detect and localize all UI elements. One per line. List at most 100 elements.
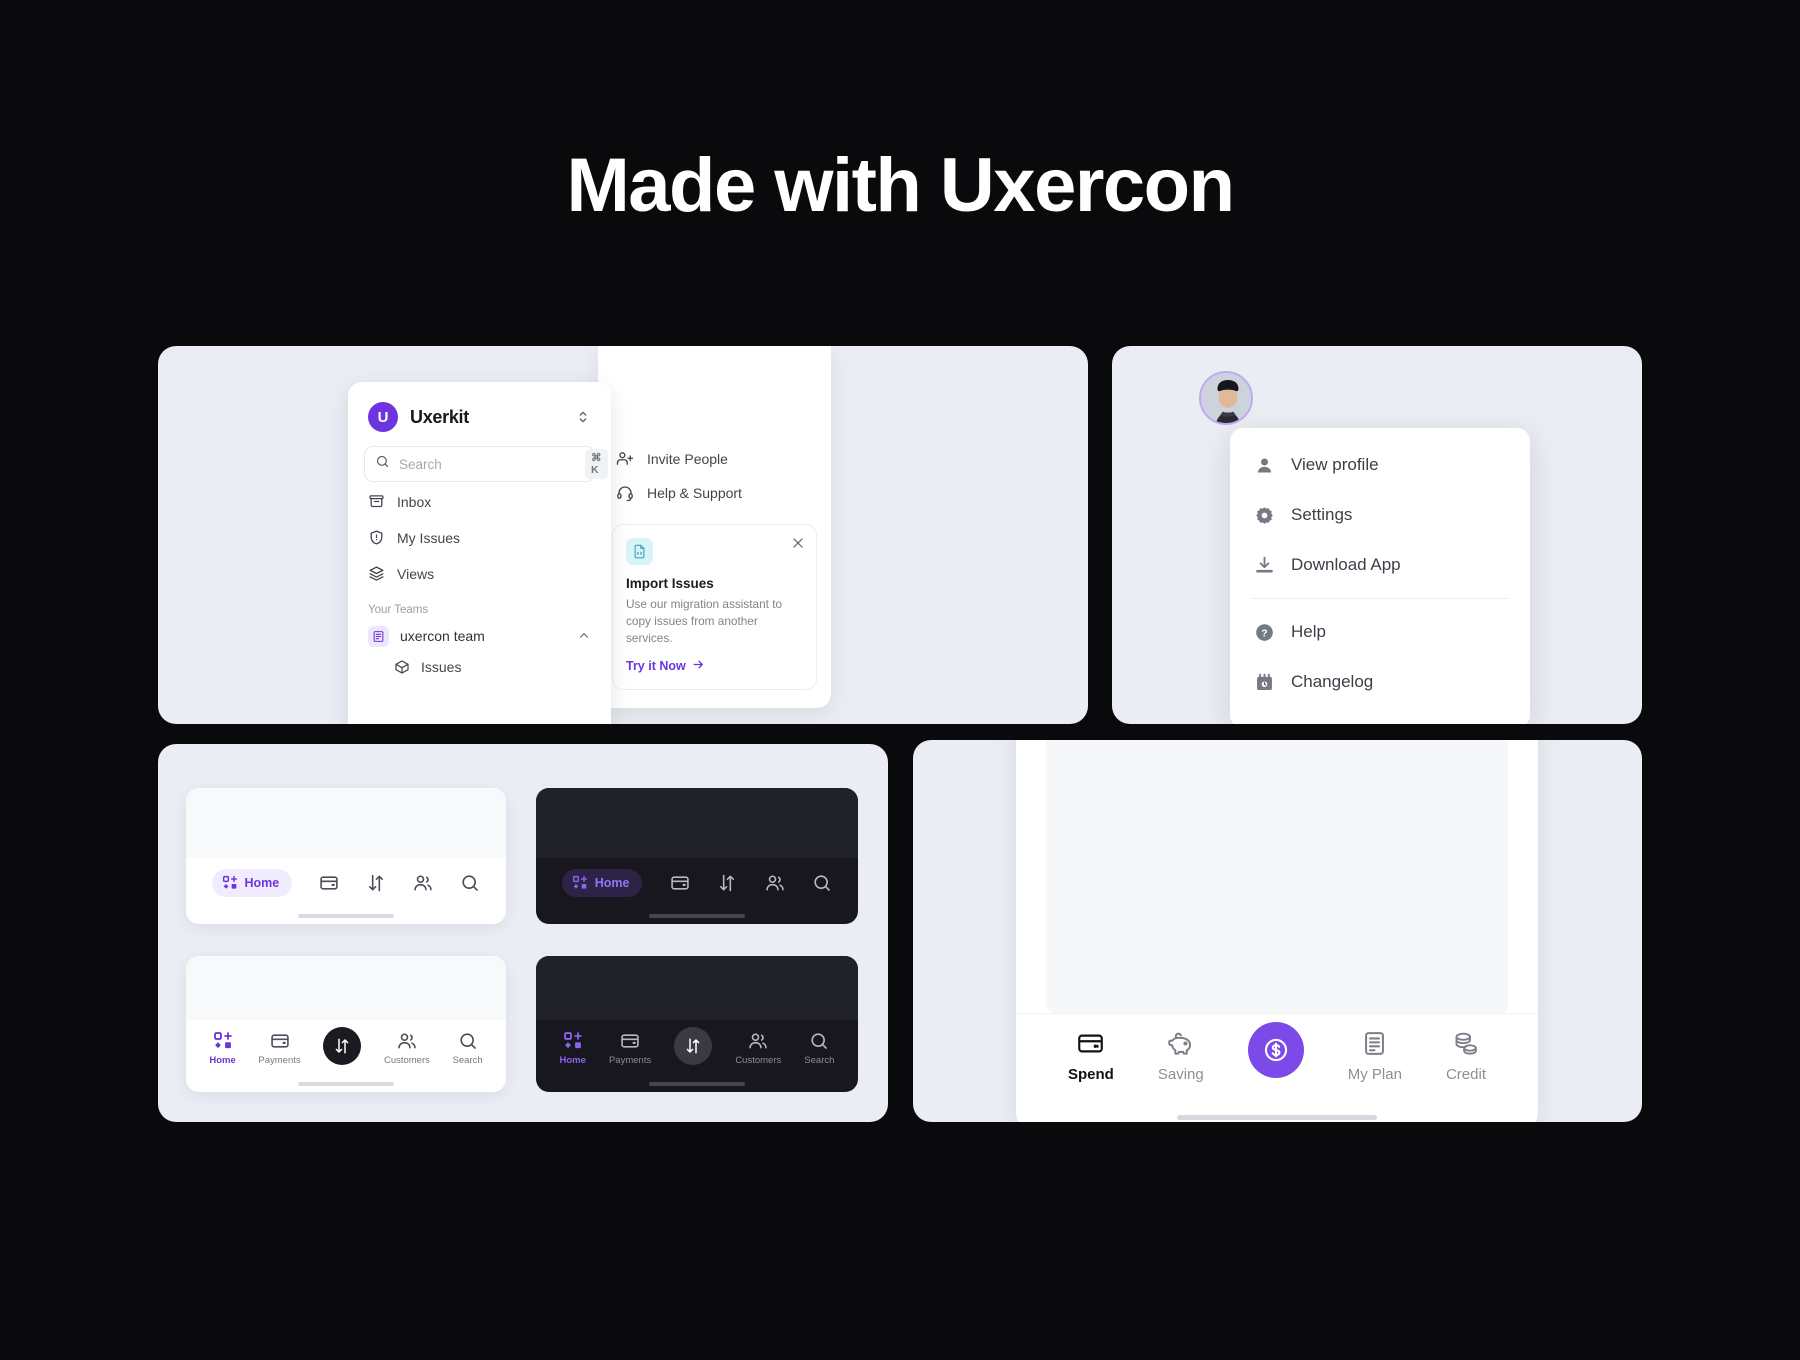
document-icon xyxy=(1361,1030,1388,1057)
avatar-illustration xyxy=(1201,373,1251,423)
menu-item-changelog[interactable]: Changelog xyxy=(1230,657,1530,707)
home-grid-icon xyxy=(572,875,588,891)
nav-item-search[interactable]: Search xyxy=(804,1031,834,1066)
logo-initial: U xyxy=(377,408,389,426)
nav-icon-search[interactable] xyxy=(812,873,832,893)
card-icon xyxy=(670,873,690,893)
nav-item-label: Spend xyxy=(1068,1066,1114,1083)
sidebar-subitem-issues[interactable]: Issues xyxy=(364,652,595,682)
sidebar-secondary-card: Invite People Help & Support Import Issu… xyxy=(598,346,831,708)
arrow-right-icon xyxy=(692,658,705,674)
content-placeholder xyxy=(1046,740,1508,1013)
nav-icon-search[interactable] xyxy=(460,873,480,893)
nav-fab-transfer[interactable] xyxy=(674,1027,713,1065)
navbar-mock-light-labeled: Home Payments Customers Search xyxy=(186,956,506,1092)
nav-icon-card[interactable] xyxy=(319,873,339,893)
nav-item-payments[interactable]: Payments xyxy=(258,1031,301,1066)
search-field[interactable]: ⌘ K xyxy=(364,446,608,482)
customers-icon xyxy=(765,873,785,893)
menu-item-view-profile[interactable]: View profile xyxy=(1230,440,1530,490)
menu-item-help[interactable]: ? Help xyxy=(1230,607,1530,657)
nav-item-saving[interactable]: Saving xyxy=(1158,1030,1204,1083)
nav-item-search[interactable]: Search xyxy=(453,1031,483,1066)
mock-screen xyxy=(186,956,506,1020)
search-icon xyxy=(458,1031,478,1051)
card-icon xyxy=(1077,1030,1104,1057)
menu-item-label: Changelog xyxy=(1291,672,1374,691)
coins-icon xyxy=(1452,1030,1479,1057)
box-icon xyxy=(394,659,410,675)
team-badge-icon xyxy=(368,625,389,647)
nav-item-home[interactable]: Home xyxy=(560,1031,586,1066)
customers-icon xyxy=(748,1031,768,1051)
try-it-now-link[interactable]: Try it Now xyxy=(626,658,803,674)
nav-fab-transfer[interactable] xyxy=(323,1027,362,1065)
nav-icon-transfer[interactable] xyxy=(717,873,737,893)
home-grid-icon xyxy=(213,1031,233,1051)
nav-pill-home[interactable]: Home xyxy=(561,869,643,897)
nav-pill-label: Home xyxy=(244,876,280,890)
home-indicator xyxy=(186,1076,506,1092)
person-icon xyxy=(1254,455,1275,476)
panel-sidebar-showcase: Invite People Help & Support Import Issu… xyxy=(158,346,1088,724)
nav-icon-customers[interactable] xyxy=(765,873,785,893)
finance-fab-dollar[interactable] xyxy=(1247,1022,1304,1078)
customers-icon xyxy=(397,1031,417,1051)
nav-item-customers[interactable]: Customers xyxy=(735,1031,781,1066)
nav-item-label: Search xyxy=(804,1054,835,1066)
chevron-up-icon[interactable] xyxy=(577,629,591,643)
menu-item-label: Download App xyxy=(1291,555,1401,574)
home-grid-icon xyxy=(563,1031,583,1051)
menu-item-label: Help xyxy=(1291,622,1326,641)
search-icon xyxy=(460,873,480,893)
menu-item-settings[interactable]: Settings xyxy=(1230,490,1530,540)
phone-content-area xyxy=(1016,740,1538,1013)
nav-pill-label: Home xyxy=(594,876,630,890)
close-icon[interactable] xyxy=(791,536,805,550)
nav-item-home[interactable]: Home xyxy=(209,1031,236,1066)
nav-item-label: Home xyxy=(209,1054,236,1066)
nav-icon-card[interactable] xyxy=(670,873,690,893)
dollar-circle-icon xyxy=(1262,1036,1290,1064)
question-circle-icon: ? xyxy=(1254,622,1275,643)
bottom-nav-compact-dark: Home xyxy=(536,858,858,908)
menu-item-download-app[interactable]: Download App xyxy=(1230,540,1530,590)
nav-item-spend[interactable]: Spend xyxy=(1068,1030,1114,1083)
chevron-up-down-icon[interactable] xyxy=(575,409,591,425)
file-code-icon xyxy=(626,538,653,565)
menu-item-label: Settings xyxy=(1291,505,1353,524)
bottom-nav-labeled: Home Payments Customers Search xyxy=(186,1020,506,1076)
transfer-icon xyxy=(366,873,386,893)
finance-phone-mock: Spend Saving My Plan Credit xyxy=(1016,740,1538,1122)
nav-item-label: Saving xyxy=(1157,1066,1204,1083)
search-input[interactable] xyxy=(399,456,576,472)
transfer-icon xyxy=(717,873,737,893)
sidebar-item-label: Views xyxy=(397,565,435,582)
nav-icon-transfer[interactable] xyxy=(366,873,386,893)
card-icon xyxy=(270,1031,290,1051)
menu-item-help-support[interactable]: Help & Support xyxy=(612,476,817,510)
sidebar-item-views[interactable]: Views xyxy=(364,557,595,590)
nav-item-label: Customers xyxy=(735,1054,782,1066)
transfer-icon xyxy=(333,1037,351,1055)
inbox-icon xyxy=(368,493,385,510)
sidebar-item-inbox[interactable]: Inbox xyxy=(364,485,595,518)
home-grid-icon xyxy=(222,875,238,891)
nav-item-customers[interactable]: Customers xyxy=(384,1031,430,1066)
sidebar-team-uxercon[interactable]: uxercon team xyxy=(364,620,595,652)
workspace-switcher[interactable]: U Uxerkit xyxy=(364,398,595,432)
nav-icon-customers[interactable] xyxy=(413,873,433,893)
nav-pill-home[interactable]: Home xyxy=(211,869,293,897)
nav-item-label: Home xyxy=(559,1054,586,1066)
calendar-clock-icon xyxy=(1254,672,1275,693)
sidebar-item-my-issues[interactable]: My Issues xyxy=(364,521,595,554)
nav-item-my-plan[interactable]: My Plan xyxy=(1348,1030,1402,1083)
home-indicator xyxy=(536,1076,858,1092)
nav-item-payments[interactable]: Payments xyxy=(609,1031,651,1066)
nav-item-label: My Plan xyxy=(1347,1066,1402,1083)
nav-item-credit[interactable]: Credit xyxy=(1446,1030,1486,1083)
home-indicator xyxy=(1016,1105,1538,1122)
download-icon xyxy=(1254,555,1275,576)
menu-item-invite-people[interactable]: Invite People xyxy=(612,442,817,476)
avatar[interactable] xyxy=(1199,371,1253,425)
